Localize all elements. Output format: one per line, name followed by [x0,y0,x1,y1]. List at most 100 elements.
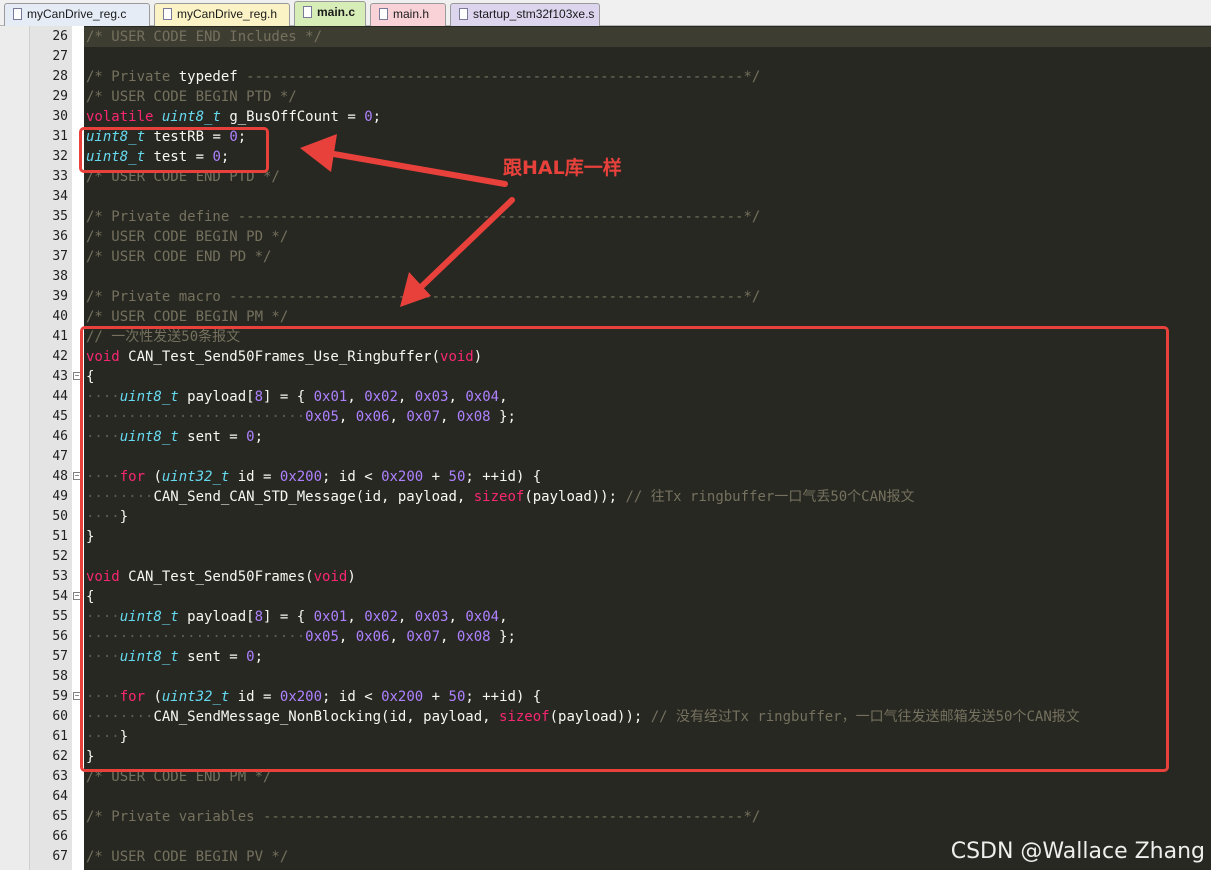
tab-mycandrive-reg-h[interactable]: myCanDrive_reg.h [154,3,290,26]
code-token: /* Private define ----------------------… [86,209,761,225]
line-number: 29 [52,89,68,104]
code-line[interactable]: 36 /* USER CODE BEGIN PD */ [0,227,1211,247]
code-token: ; [372,109,382,125]
tab-label: main.c [317,5,356,19]
line-number: 40 [52,309,68,324]
line-number: 58 [52,669,68,684]
line-number: 67 [52,849,68,864]
code-token: /* USER CODE BEGIN PTD */ [86,89,297,105]
code-token: ----------------------------------------… [237,69,761,85]
code-text[interactable]: /* USER CODE BEGIN PTD */ [86,87,297,107]
tab-label: myCanDrive_reg.h [177,7,278,21]
line-number: 51 [52,529,68,544]
line-number: 61 [52,729,68,744]
line-number: 28 [52,69,68,84]
file-icon [13,8,22,20]
file-icon [303,6,312,18]
line-number: 32 [52,149,68,164]
file-icon [459,8,468,20]
code-line[interactable]: 26 /* USER CODE END Includes */ [0,27,1211,47]
tab-label: startup_stm32f103xe.s [473,7,595,21]
line-number: 42 [52,349,68,364]
code-line[interactable]: 39 /* Private macro ---------------------… [0,287,1211,307]
line-number: 66 [52,829,68,844]
code-text[interactable]: /* USER CODE BEGIN PV */ [86,847,288,867]
code-text[interactable]: volatile uint8_t g_BusOffCount = 0; [86,107,381,127]
line-number: 43 [52,369,68,384]
line-number: 44 [52,389,68,404]
code-line[interactable]: 38 [0,267,1211,287]
tab-label: main.h [393,7,430,21]
code-text[interactable]: /* USER CODE BEGIN PD */ [86,227,288,247]
code-line[interactable]: 28 /* Private typedef -------------------… [0,67,1211,87]
line-number: 31 [52,129,68,144]
code-token: g_BusOffCount = [220,109,365,125]
code-text[interactable]: /* USER CODE END PD */ [86,247,271,267]
file-icon [379,8,388,20]
line-number: 54 [52,589,68,604]
line-number: 38 [52,269,68,284]
tab-mycandrive-reg-c[interactable]: myCanDrive_reg.c [4,3,150,26]
line-number: 60 [52,709,68,724]
code-line[interactable]: 27 [0,47,1211,67]
tab-label: myCanDrive_reg.c [27,7,127,21]
line-number: 63 [52,769,68,784]
annotation-label: 跟HAL库一样 [503,157,622,179]
line-number: 27 [52,49,68,64]
code-line[interactable]: 29 /* USER CODE BEGIN PTD */ [0,87,1211,107]
code-text[interactable]: /* USER CODE BEGIN PM */ [86,307,288,327]
code-token: /* USER CODE BEGIN PD */ [86,229,289,245]
line-number: 37 [52,249,68,264]
code-token: /* USER CODE BEGIN PV */ [86,849,289,865]
line-number: 65 [52,809,68,824]
line-number: 41 [52,329,68,344]
line-number: 55 [52,609,68,624]
line-number: 30 [52,109,68,124]
code-token: /* USER CODE END PD */ [86,249,272,265]
code-token: /* Private macro -----------------------… [86,289,761,305]
line-number: 62 [52,749,68,764]
tab-bar: myCanDrive_reg.c myCanDrive_reg.h main.c ma… [0,0,1211,26]
line-number: 45 [52,409,68,424]
line-number: 35 [52,209,68,224]
line-number: 34 [52,189,68,204]
line-number: 64 [52,789,68,804]
line-number: 59 [52,689,68,704]
line-number: 56 [52,629,68,644]
line-number: 52 [52,549,68,564]
code-token: /* USER CODE BEGIN PM */ [86,309,289,325]
code-token: /* USER CODE END Includes */ [86,29,323,45]
tab-main-h[interactable]: main.h [370,3,446,26]
code-token: /* Private [86,69,179,85]
code-line[interactable]: 34 [0,187,1211,207]
highlight-box-variables [79,127,269,173]
code-text[interactable]: /* Private variables -------------------… [86,807,760,827]
code-line[interactable]: 37 /* USER CODE END PD */ [0,247,1211,267]
line-number: 39 [52,289,68,304]
line-number: 57 [52,649,68,664]
code-text[interactable]: /* Private define ----------------------… [86,207,760,227]
code-line[interactable]: 64 [0,787,1211,807]
code-text[interactable]: /* Private typedef ---------------------… [86,67,760,87]
code-token: uint8_t [161,109,221,125]
code-token: typedef [178,69,238,85]
code-line[interactable]: 65 /* Private variables -----------------… [0,807,1211,827]
line-number: 47 [52,449,68,464]
line-number: 33 [52,169,68,184]
code-line[interactable]: 35 /* Private define --------------------… [0,207,1211,227]
line-number: 50 [52,509,68,524]
code-text[interactable]: /* USER CODE END Includes */ [86,27,322,47]
code-line[interactable]: 30 volatile uint8_t g_BusOffCount = 0; [0,107,1211,127]
tab-startup-stm32f103xe-s[interactable]: startup_stm32f103xe.s [450,3,600,26]
line-number: 36 [52,229,68,244]
code-token: /* Private variables -------------------… [86,809,761,825]
code-text[interactable]: /* Private macro -----------------------… [86,287,760,307]
code-line[interactable]: 40 /* USER CODE BEGIN PM */ [0,307,1211,327]
tab-main-c[interactable]: main.c [294,1,366,26]
line-number: 48 [52,469,68,484]
highlight-box-functions [80,326,1169,772]
line-number: 46 [52,429,68,444]
watermark: CSDN @Wallace Zhang [950,839,1205,864]
code-token: volatile [86,109,154,125]
